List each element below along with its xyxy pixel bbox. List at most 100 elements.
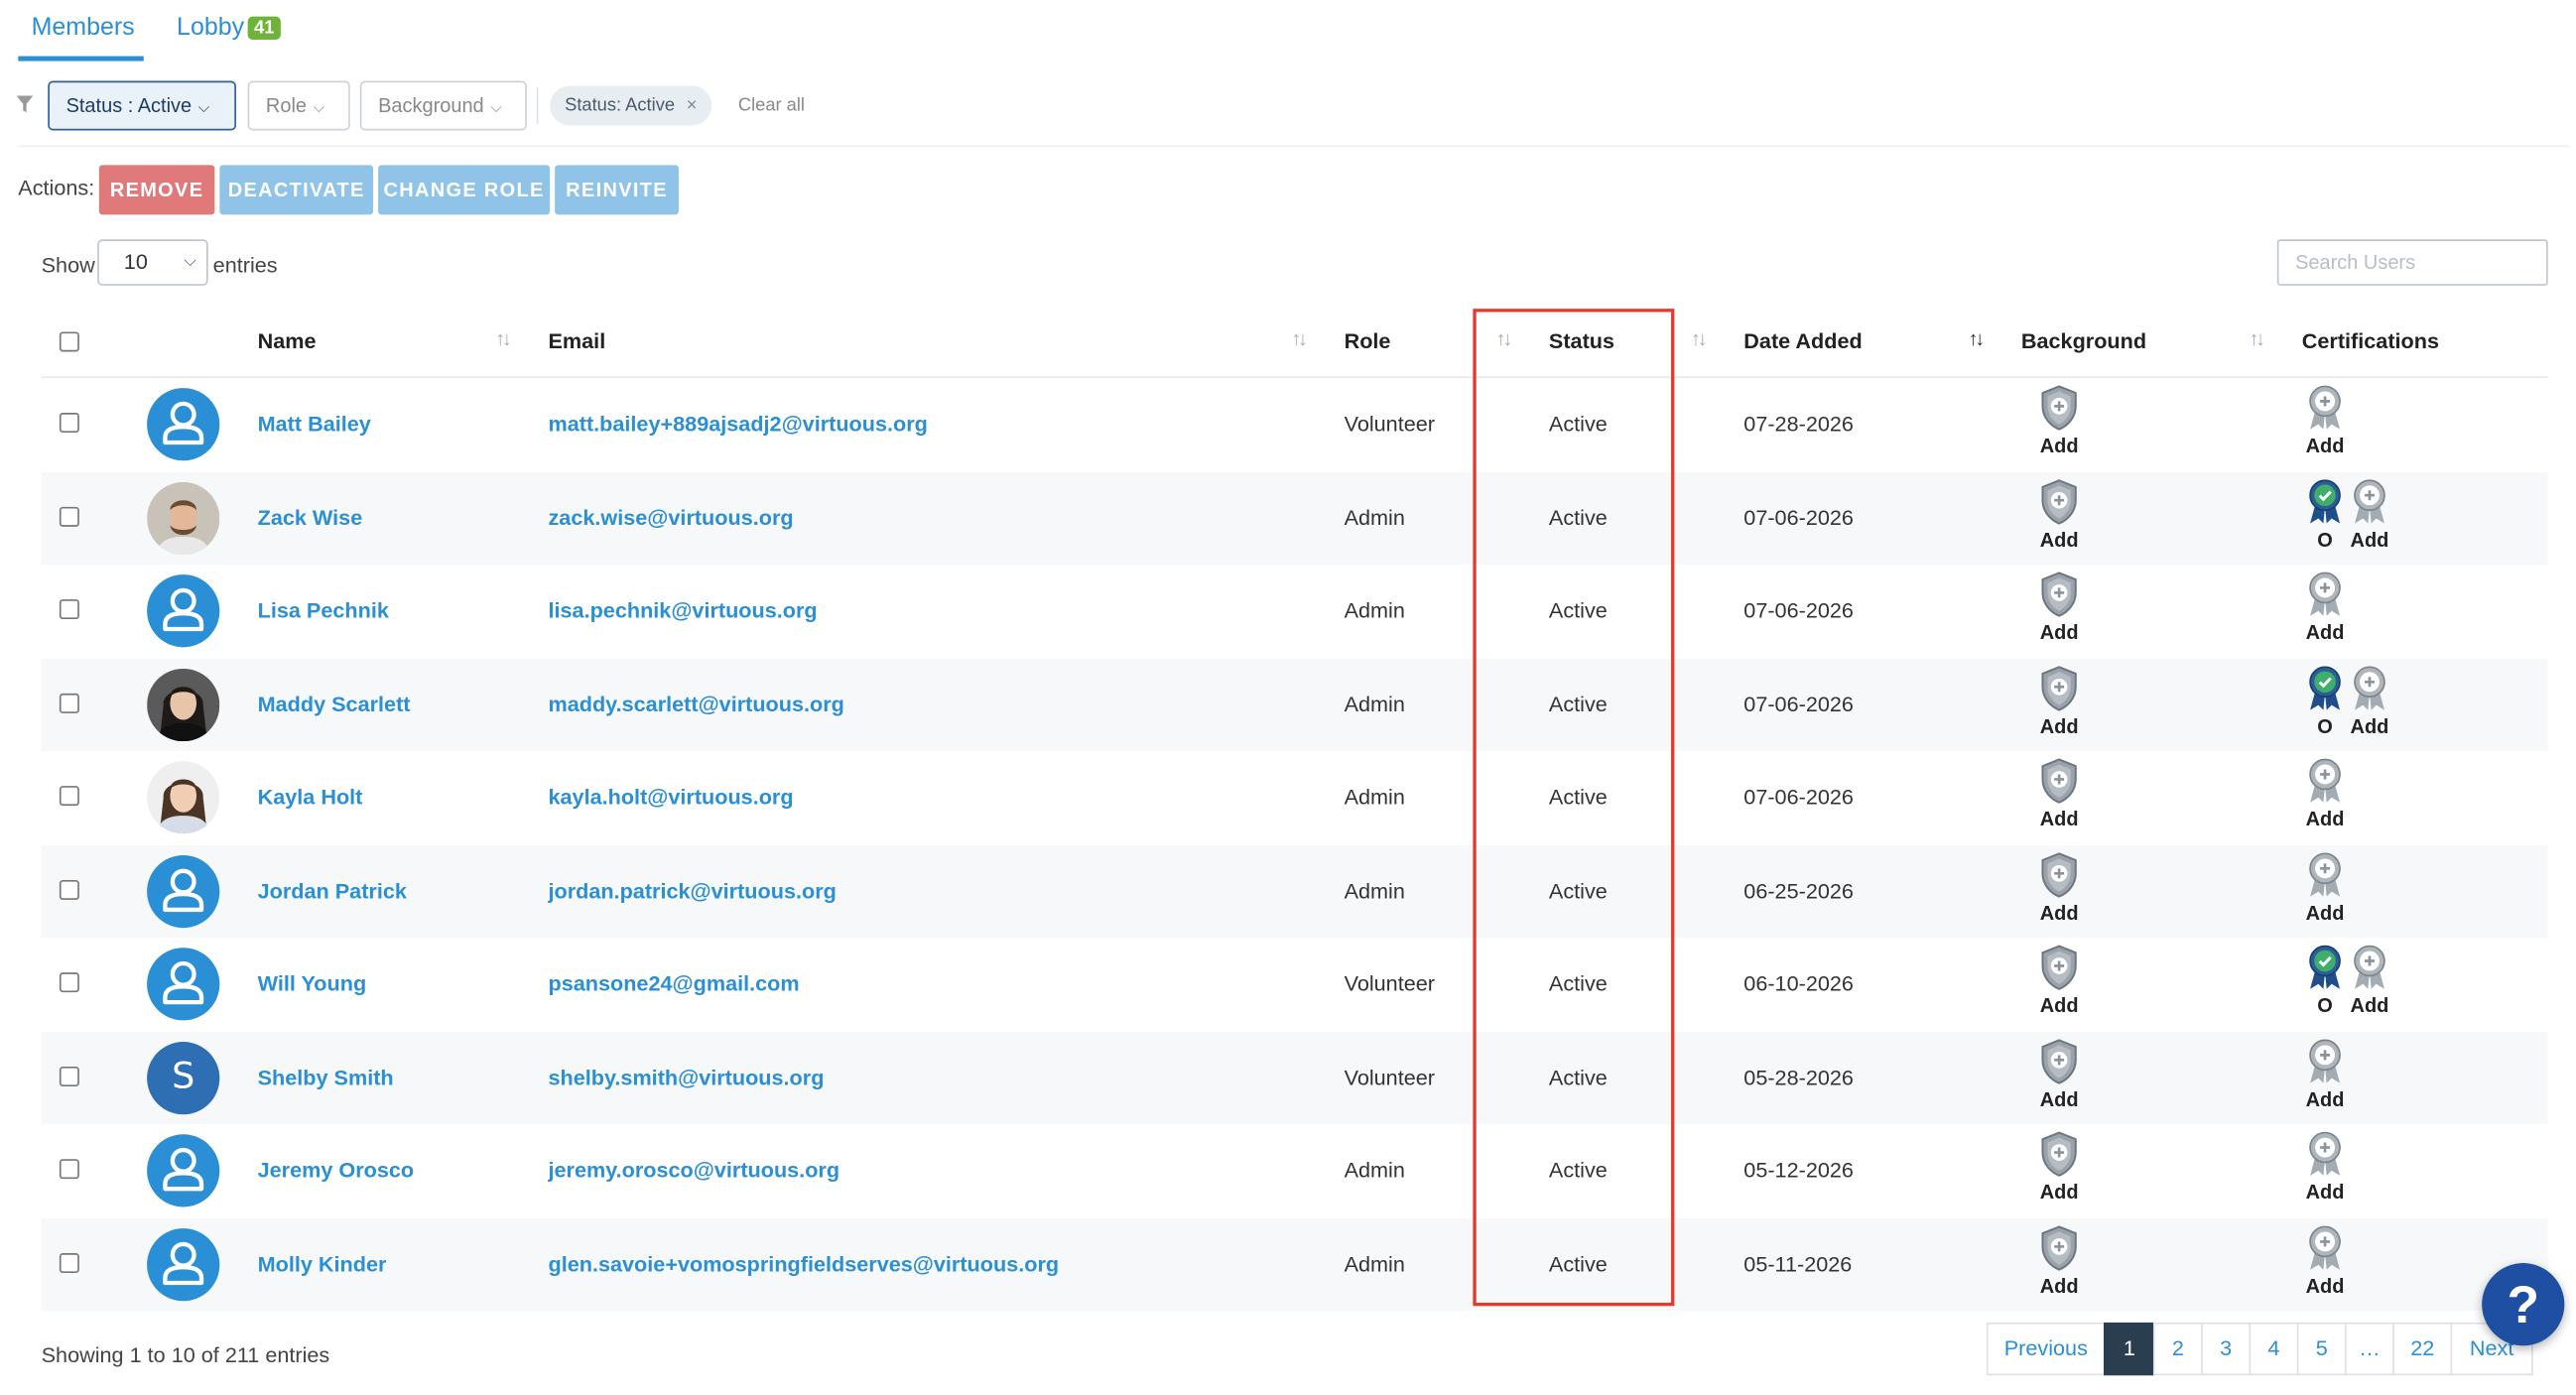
certification-complete[interactable]: O — [2300, 945, 2350, 1017]
certification-add-button[interactable]: Add — [2300, 851, 2350, 924]
sort-icon[interactable]: ↑↓ — [2250, 326, 2266, 349]
user-role: Admin — [1344, 597, 1405, 623]
role-filter-button[interactable]: Role ⌵ — [247, 80, 350, 131]
sort-active-icon[interactable]: ↑↓ — [1969, 326, 1986, 349]
background-add-button[interactable]: Add — [2029, 1038, 2089, 1110]
pagination-page[interactable]: 4 — [2249, 1322, 2299, 1376]
certification-add-button[interactable]: Add — [2345, 478, 2394, 551]
background-add-button[interactable]: Add — [2029, 851, 2089, 924]
certification-add-button[interactable]: Add — [2300, 1038, 2350, 1110]
row-checkbox[interactable] — [59, 1252, 79, 1273]
certification-add-icon — [2309, 1224, 2341, 1269]
background-add-button[interactable]: Add — [2029, 571, 2089, 644]
column-background[interactable]: Background — [2021, 328, 2146, 353]
tab-lobby[interactable]: Lobby 41 — [177, 13, 282, 42]
row-checkbox[interactable] — [59, 1159, 79, 1180]
certification-complete[interactable]: O — [2300, 665, 2350, 737]
user-name-link[interactable]: Matt Bailey — [258, 411, 371, 436]
date-added: 05-11-2026 — [1743, 1250, 1853, 1276]
user-name-link[interactable]: Kayla Holt — [258, 784, 363, 809]
row-checkbox[interactable] — [59, 1066, 79, 1086]
column-email[interactable]: Email — [548, 328, 605, 353]
certification-add-button[interactable]: Add — [2345, 665, 2394, 737]
pagination-page[interactable]: 1 — [2104, 1322, 2155, 1376]
certification-add-label: Add — [2305, 1180, 2345, 1205]
background-add-label: Add — [2039, 900, 2079, 925]
certification-add-button[interactable]: Add — [2300, 385, 2350, 457]
pagination-page[interactable]: 3 — [2201, 1322, 2252, 1376]
background-filter-button[interactable]: Background ⌵ — [359, 80, 527, 131]
column-date-added[interactable]: Date Added — [1743, 328, 1862, 353]
sort-icon[interactable]: ↑↓ — [1291, 326, 1308, 349]
certification-add-icon — [2309, 758, 2341, 803]
column-name[interactable]: Name — [258, 328, 317, 353]
pagination-page[interactable]: 5 — [2296, 1322, 2347, 1376]
row-checkbox[interactable] — [59, 413, 79, 433]
remove-button[interactable]: REMOVE — [98, 165, 215, 215]
background-add-button[interactable]: Add — [2029, 478, 2089, 551]
avatar-photo — [147, 668, 220, 741]
status-filter-button[interactable]: Status : Active ⌵ — [48, 80, 236, 131]
reinvite-button[interactable]: REINVITE — [555, 165, 679, 215]
row-checkbox[interactable] — [59, 972, 79, 993]
user-name-link[interactable]: Will Young — [258, 970, 367, 995]
sort-icon[interactable]: ↑↓ — [495, 326, 512, 349]
pagination-previous[interactable]: Previous — [1986, 1322, 2106, 1376]
shield-add-icon — [2041, 851, 2077, 897]
tab-members[interactable]: Members — [32, 13, 135, 41]
sort-icon[interactable]: ↑↓ — [1691, 326, 1708, 349]
chip-remove-icon[interactable]: × — [687, 96, 698, 116]
certification-add-button[interactable]: Add — [2300, 1131, 2350, 1204]
row-checkbox[interactable] — [59, 506, 79, 527]
user-name-link[interactable]: Molly Kinder — [258, 1251, 387, 1276]
table-row: Matt Bailey matt.bailey+889ajsadj2@virtuo… — [42, 378, 2548, 470]
certification-add-button[interactable]: Add — [2300, 758, 2350, 830]
deactivate-button[interactable]: DEACTIVATE — [219, 165, 374, 215]
row-checkbox[interactable] — [59, 786, 79, 807]
user-name-link[interactable]: Jordan Patrick — [258, 877, 407, 902]
user-email-link[interactable]: jordan.patrick@virtuous.org — [548, 877, 836, 902]
row-checkbox[interactable] — [59, 693, 79, 713]
pagination-page[interactable]: 22 — [2392, 1322, 2453, 1376]
background-add-button[interactable]: Add — [2029, 758, 2089, 830]
change-role-button[interactable]: CHANGE ROLE — [378, 165, 551, 215]
table-row: Will Young psansone24@gmail.com Volunteer A… — [42, 938, 2548, 1030]
user-email-link[interactable]: jeremy.orosco@virtuous.org — [548, 1158, 839, 1183]
user-email-link[interactable]: matt.bailey+889ajsadj2@virtuous.org — [548, 411, 927, 436]
row-checkbox[interactable] — [59, 599, 79, 620]
row-checkbox[interactable] — [59, 879, 79, 900]
clear-all-link[interactable]: Clear all — [738, 96, 805, 116]
certification-add-button[interactable]: Add — [2345, 945, 2394, 1017]
user-email-link[interactable]: zack.wise@virtuous.org — [548, 504, 793, 529]
background-add-button[interactable]: Add — [2029, 1131, 2089, 1204]
background-add-button[interactable]: Add — [2029, 665, 2089, 737]
background-add-button[interactable]: Add — [2029, 385, 2089, 457]
shield-add-icon — [2041, 1038, 2077, 1083]
user-name-link[interactable]: Jeremy Orosco — [258, 1158, 415, 1183]
user-email-link[interactable]: lisa.pechnik@virtuous.org — [548, 597, 817, 622]
column-role[interactable]: Role — [1345, 328, 1391, 353]
person-icon — [163, 960, 204, 1005]
user-name-link[interactable]: Zack Wise — [258, 504, 363, 529]
entries-per-page-select[interactable]: 10 ⌵ — [97, 239, 208, 286]
certification-complete-icon — [2309, 478, 2341, 523]
certification-complete[interactable]: O — [2300, 478, 2350, 551]
user-email-link[interactable]: glen.savoie+vomospringfieldserves@virtuo… — [548, 1251, 1059, 1276]
user-email-link[interactable]: kayla.holt@virtuous.org — [548, 784, 793, 809]
user-email-link[interactable]: shelby.smith@virtuous.org — [548, 1065, 824, 1089]
search-input[interactable] — [2276, 239, 2548, 286]
certification-add-button[interactable]: Add — [2300, 1224, 2350, 1297]
pagination-page[interactable]: 2 — [2152, 1322, 2203, 1376]
background-add-button[interactable]: Add — [2029, 1224, 2089, 1297]
background-add-button[interactable]: Add — [2029, 945, 2089, 1017]
certification-add-label: Add — [2305, 900, 2345, 925]
certification-add-button[interactable]: Add — [2300, 571, 2350, 644]
user-email-link[interactable]: psansone24@gmail.com — [548, 970, 799, 995]
pagination-page[interactable]: … — [2345, 1322, 2394, 1376]
select-all-checkbox[interactable] — [59, 331, 79, 352]
user-email-link[interactable]: maddy.scarlett@virtuous.org — [548, 691, 843, 715]
user-name-link[interactable]: Maddy Scarlett — [258, 691, 411, 715]
user-name-link[interactable]: Shelby Smith — [258, 1065, 394, 1089]
user-name-link[interactable]: Lisa Pechnik — [258, 597, 389, 622]
help-button[interactable]: ? — [2482, 1263, 2565, 1346]
